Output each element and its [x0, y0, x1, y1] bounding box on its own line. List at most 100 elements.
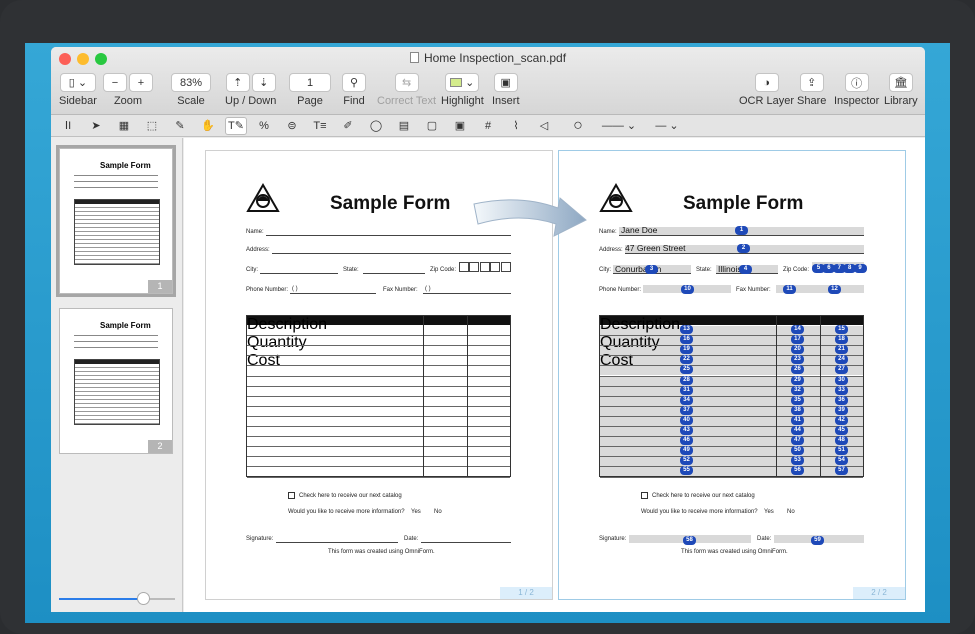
- ocr-field-tag: 53: [791, 456, 804, 466]
- scale-field[interactable]: 83%: [171, 73, 211, 92]
- correct-text-button[interactable]: ⇆: [394, 73, 419, 92]
- table-row: [247, 466, 510, 468]
- thumb-line: [74, 181, 158, 182]
- table-row: [247, 476, 510, 478]
- ocr-row-shade: [600, 406, 863, 416]
- state-label: State:: [696, 267, 712, 273]
- sidebar-tool: ▯ ⌄ Sidebar: [59, 73, 97, 107]
- page-thumbnail-1[interactable]: Sample Form 1: [56, 145, 176, 297]
- library-button[interactable]: 🏛: [888, 73, 913, 92]
- table-col-divider: [423, 316, 424, 476]
- ocr-layer-button[interactable]: ◑: [754, 73, 779, 92]
- zip-label: Zip Code:: [783, 267, 810, 273]
- ocr-field-tag: 20: [791, 345, 804, 355]
- fax-label: Fax Number:: [383, 287, 418, 293]
- thumb-line: [74, 347, 158, 348]
- stroke-color-tool[interactable]: ○: [567, 117, 589, 135]
- ocr-field-tag: 23: [791, 355, 804, 365]
- highlight-button[interactable]: ⌄: [445, 73, 480, 92]
- ocr-row-shade: [600, 376, 863, 386]
- note-tool[interactable]: ▤: [393, 117, 415, 135]
- page-number-field[interactable]: 1: [289, 73, 331, 92]
- table-row: [600, 385, 863, 387]
- no-label: No: [787, 509, 795, 515]
- comment-tool[interactable]: ◯: [365, 117, 387, 135]
- hand-tool[interactable]: ✋: [197, 117, 219, 135]
- stamp-tool[interactable]: ⊜: [281, 117, 303, 135]
- zoom-in-button[interactable]: +: [129, 73, 153, 92]
- insert-button[interactable]: ▣: [493, 73, 518, 92]
- date-label: Date:: [757, 536, 772, 542]
- image-tool[interactable]: ▣: [449, 117, 471, 135]
- ocr-row-shade: [600, 386, 863, 396]
- ocr-field-tag: 27: [835, 365, 848, 375]
- ocr-field-tag: 3: [645, 265, 658, 274]
- arrow-up-icon: ⇡: [233, 77, 243, 89]
- table-row: [600, 466, 863, 468]
- table-row: [600, 405, 863, 407]
- table-col-divider: [776, 316, 777, 476]
- page-down-button[interactable]: ⇣: [251, 73, 276, 92]
- table-row: [247, 426, 510, 427]
- page-up-button[interactable]: ⇡: [225, 73, 250, 92]
- ocr-field-tag: 45: [835, 426, 848, 435]
- table-row: [600, 355, 863, 357]
- zoom-tool: − + Zoom: [103, 73, 153, 107]
- signature-line: [276, 542, 398, 543]
- find-button[interactable]: ⚲: [342, 73, 366, 92]
- hand-icon: ✋: [201, 120, 215, 132]
- ocr-field-tag: 52: [680, 456, 693, 466]
- updown-label: Up / Down: [225, 95, 277, 107]
- name-label: Name:: [246, 229, 264, 235]
- select-tool[interactable]: ➤: [85, 117, 107, 135]
- catalog-checkbox: [288, 492, 295, 499]
- sound-tool[interactable]: ◁: [533, 117, 555, 135]
- inspector-button[interactable]: ⓘ: [844, 73, 869, 92]
- typewriter-tool[interactable]: T✎: [225, 116, 247, 135]
- marquee-tool[interactable]: ⬚: [141, 117, 163, 135]
- hash-tool[interactable]: #: [477, 117, 499, 135]
- ocr-field-tag: 40: [680, 415, 693, 425]
- text-select-tool[interactable]: ⅠI: [57, 117, 79, 135]
- search-icon: ⚲: [349, 77, 359, 89]
- line-style-dropdown[interactable]: —— ⌄: [595, 117, 643, 135]
- find-tool: ⚲ Find: [342, 73, 366, 107]
- form-field-tool[interactable]: ▢: [421, 117, 443, 135]
- table-row: [247, 456, 510, 458]
- pencil-icon: ✎: [175, 120, 185, 132]
- col-quantity-header: Quantity: [600, 334, 660, 351]
- table-col-divider: [820, 316, 821, 476]
- highlighter-tool[interactable]: ✐: [337, 117, 359, 135]
- ocr-field-tag: 57: [835, 466, 848, 476]
- ocr-field-tag: 54: [835, 456, 848, 466]
- ocr-field-tag: 26: [791, 365, 804, 375]
- table-row: [600, 365, 863, 367]
- table-header: Description Quantity Cost: [247, 316, 510, 369]
- attach-tool[interactable]: ⌇: [505, 117, 527, 135]
- sidebar-toggle-button[interactable]: ▯ ⌄: [59, 73, 96, 92]
- slider-knob[interactable]: [137, 592, 150, 605]
- thumbnail-size-slider[interactable]: [59, 592, 175, 605]
- page-footer-number: 1 / 2: [500, 587, 552, 599]
- table-row: [247, 375, 510, 377]
- line-width-dropdown[interactable]: — ⌄: [649, 117, 685, 135]
- ocr-field-tag: 58: [683, 536, 696, 545]
- insert-label: Insert: [492, 95, 520, 107]
- city-label: City:: [599, 267, 611, 273]
- redact-tool[interactable]: %: [253, 117, 275, 135]
- ocr-field-tag: 9: [853, 264, 867, 273]
- ocr-region-tool[interactable]: ▦: [113, 117, 135, 135]
- text-box-tool[interactable]: T≡: [309, 117, 331, 135]
- document-view[interactable]: Sample Form Name: Address: City: State: Zip C…: [184, 138, 925, 612]
- zip-box: [479, 262, 490, 272]
- page-thumbnail-2[interactable]: Sample Form 2: [59, 308, 173, 454]
- ocr-field-tag: 25: [680, 365, 693, 375]
- zoom-out-button[interactable]: −: [103, 73, 127, 92]
- ocr-layer-tool: ◑ OCR Layer: [739, 73, 794, 107]
- date-line: [421, 542, 511, 543]
- pencil-tool[interactable]: ✎: [169, 117, 191, 135]
- share-button[interactable]: ⇪: [799, 73, 824, 92]
- more-info-label: Would you like to receive more informati…: [288, 509, 405, 515]
- inspector-tool: ⓘ Inspector: [834, 73, 879, 107]
- updown-tool: ⇡ ⇣ Up / Down: [225, 73, 276, 107]
